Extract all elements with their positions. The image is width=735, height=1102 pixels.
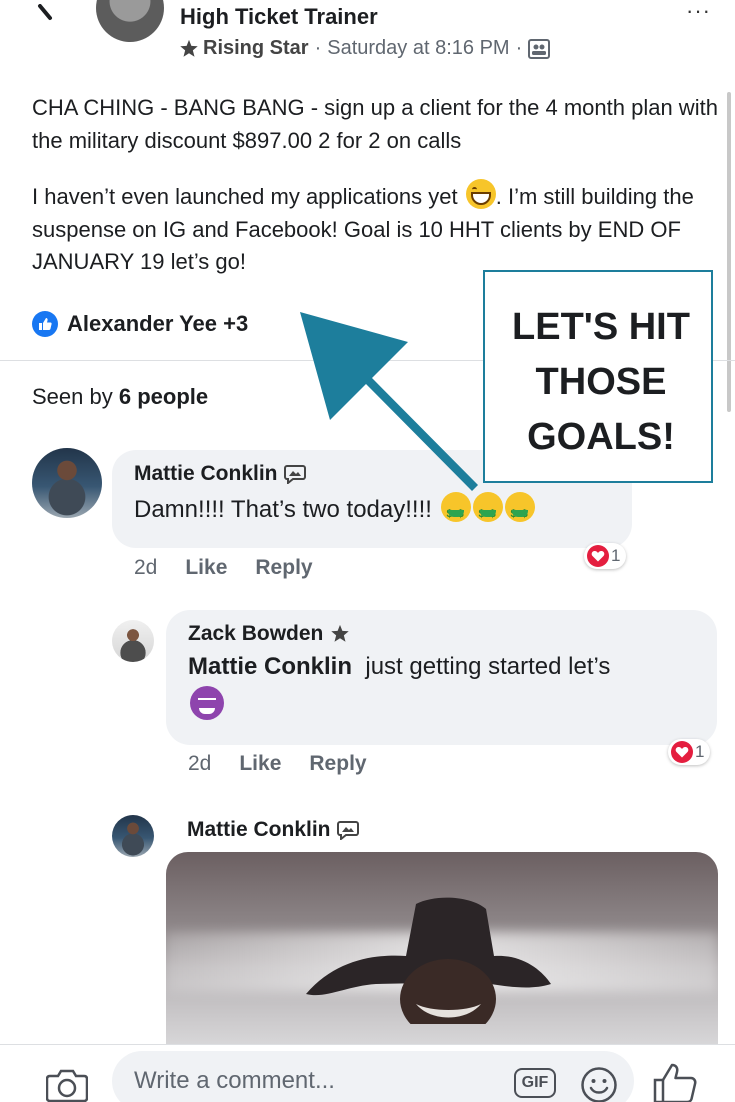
comment-actions: 2d Like Reply <box>188 752 367 776</box>
comment-text: Damn!!!! That’s two today!!!! <box>134 492 610 530</box>
post-author-name[interactable]: High Ticket Trainer <box>180 4 378 30</box>
promo-text: LET'S HIT THOSE GOALS! <box>512 306 690 458</box>
like-button[interactable]: Like <box>239 752 281 776</box>
grinning-emoji <box>465 179 496 209</box>
comment-text-content: just getting started let’s <box>365 653 611 680</box>
photo-comment-icon <box>336 821 359 840</box>
comment-actions: 2d Like Reply <box>134 556 313 580</box>
commenter-avatar[interactable] <box>32 448 102 518</box>
comment-reaction-badge[interactable]: 1 <box>668 739 711 765</box>
comment-text: Mattie Conklin just getting started let’… <box>188 648 695 726</box>
post-paragraph-1: CHA CHING - BANG BANG - sign up a client… <box>32 95 718 153</box>
reply-button[interactable]: Reply <box>309 752 366 776</box>
photo-comment-icon <box>283 465 306 484</box>
post-paragraph-2-start: I haven’t even launched my applications … <box>32 184 458 209</box>
comment-mention[interactable]: Mattie Conklin <box>188 653 352 680</box>
comment-reaction-badge[interactable]: 1 <box>584 543 627 569</box>
comment-time[interactable]: 2d <box>134 556 157 580</box>
group-icon <box>528 38 551 59</box>
reaction-count: 1 <box>695 742 705 761</box>
commenter-avatar[interactable] <box>112 815 154 857</box>
commenter-avatar[interactable] <box>112 620 154 662</box>
scrollbar[interactable] <box>727 92 731 412</box>
star-badge-icon <box>180 39 198 57</box>
seen-by-prefix: Seen by <box>32 384 113 409</box>
seen-by[interactable]: Seen by 6 people <box>32 384 208 410</box>
camera-icon[interactable] <box>46 1068 88 1102</box>
money-mouth-emoji <box>440 492 471 530</box>
money-mouth-emoji <box>472 492 503 530</box>
heart-reaction-icon <box>587 545 609 567</box>
star-badge-icon <box>331 624 350 642</box>
comment-author-name[interactable]: Zack Bowden <box>188 622 323 646</box>
like-button[interactable]: Like <box>185 556 227 580</box>
like-reaction-icon <box>32 311 58 337</box>
emoji-icon[interactable] <box>580 1066 618 1102</box>
post-timestamp[interactable]: Saturday at 8:16 PM <box>327 37 509 60</box>
comment-author[interactable]: Mattie Conklin <box>187 818 359 842</box>
reactions-row[interactable]: Alexander Yee +3 <box>32 311 248 337</box>
post-meta: Rising Star · Saturday at 8:16 PM · <box>178 37 551 60</box>
post-paragraph-2: I haven’t even launched my applications … <box>32 179 722 279</box>
more-icon[interactable]: ··· <box>686 0 711 22</box>
back-chevron-icon[interactable] <box>36 4 58 26</box>
badge-label: Rising Star <box>203 37 309 59</box>
gif-person <box>306 897 551 1024</box>
comment-bubble: Zack Bowden Mattie Conklin just getting … <box>166 610 717 745</box>
comment-author[interactable]: Zack Bowden <box>188 622 695 646</box>
seen-by-count[interactable]: 6 people <box>119 384 208 409</box>
heart-reaction-icon <box>671 741 693 763</box>
like-icon[interactable] <box>652 1062 698 1102</box>
reactions-summary[interactable]: Alexander Yee +3 <box>67 311 248 337</box>
devil-emoji <box>190 686 224 720</box>
comment-gif[interactable] <box>166 852 718 1044</box>
reaction-count: 1 <box>611 546 621 565</box>
comment-author-name[interactable]: Mattie Conklin <box>134 462 278 486</box>
comment-text-content: Damn!!!! That’s two today!!!! <box>134 496 432 523</box>
meta-separator-2: · <box>515 37 523 59</box>
money-mouth-emoji <box>504 492 535 530</box>
rising-star-badge: Rising Star <box>178 37 309 60</box>
meta-separator: · <box>314 37 322 59</box>
gif-icon[interactable]: GIF <box>514 1068 556 1098</box>
reply-button[interactable]: Reply <box>255 556 312 580</box>
comment-time[interactable]: 2d <box>188 752 211 776</box>
comment-author-name[interactable]: Mattie Conklin <box>187 818 331 842</box>
author-avatar[interactable] <box>96 0 164 42</box>
